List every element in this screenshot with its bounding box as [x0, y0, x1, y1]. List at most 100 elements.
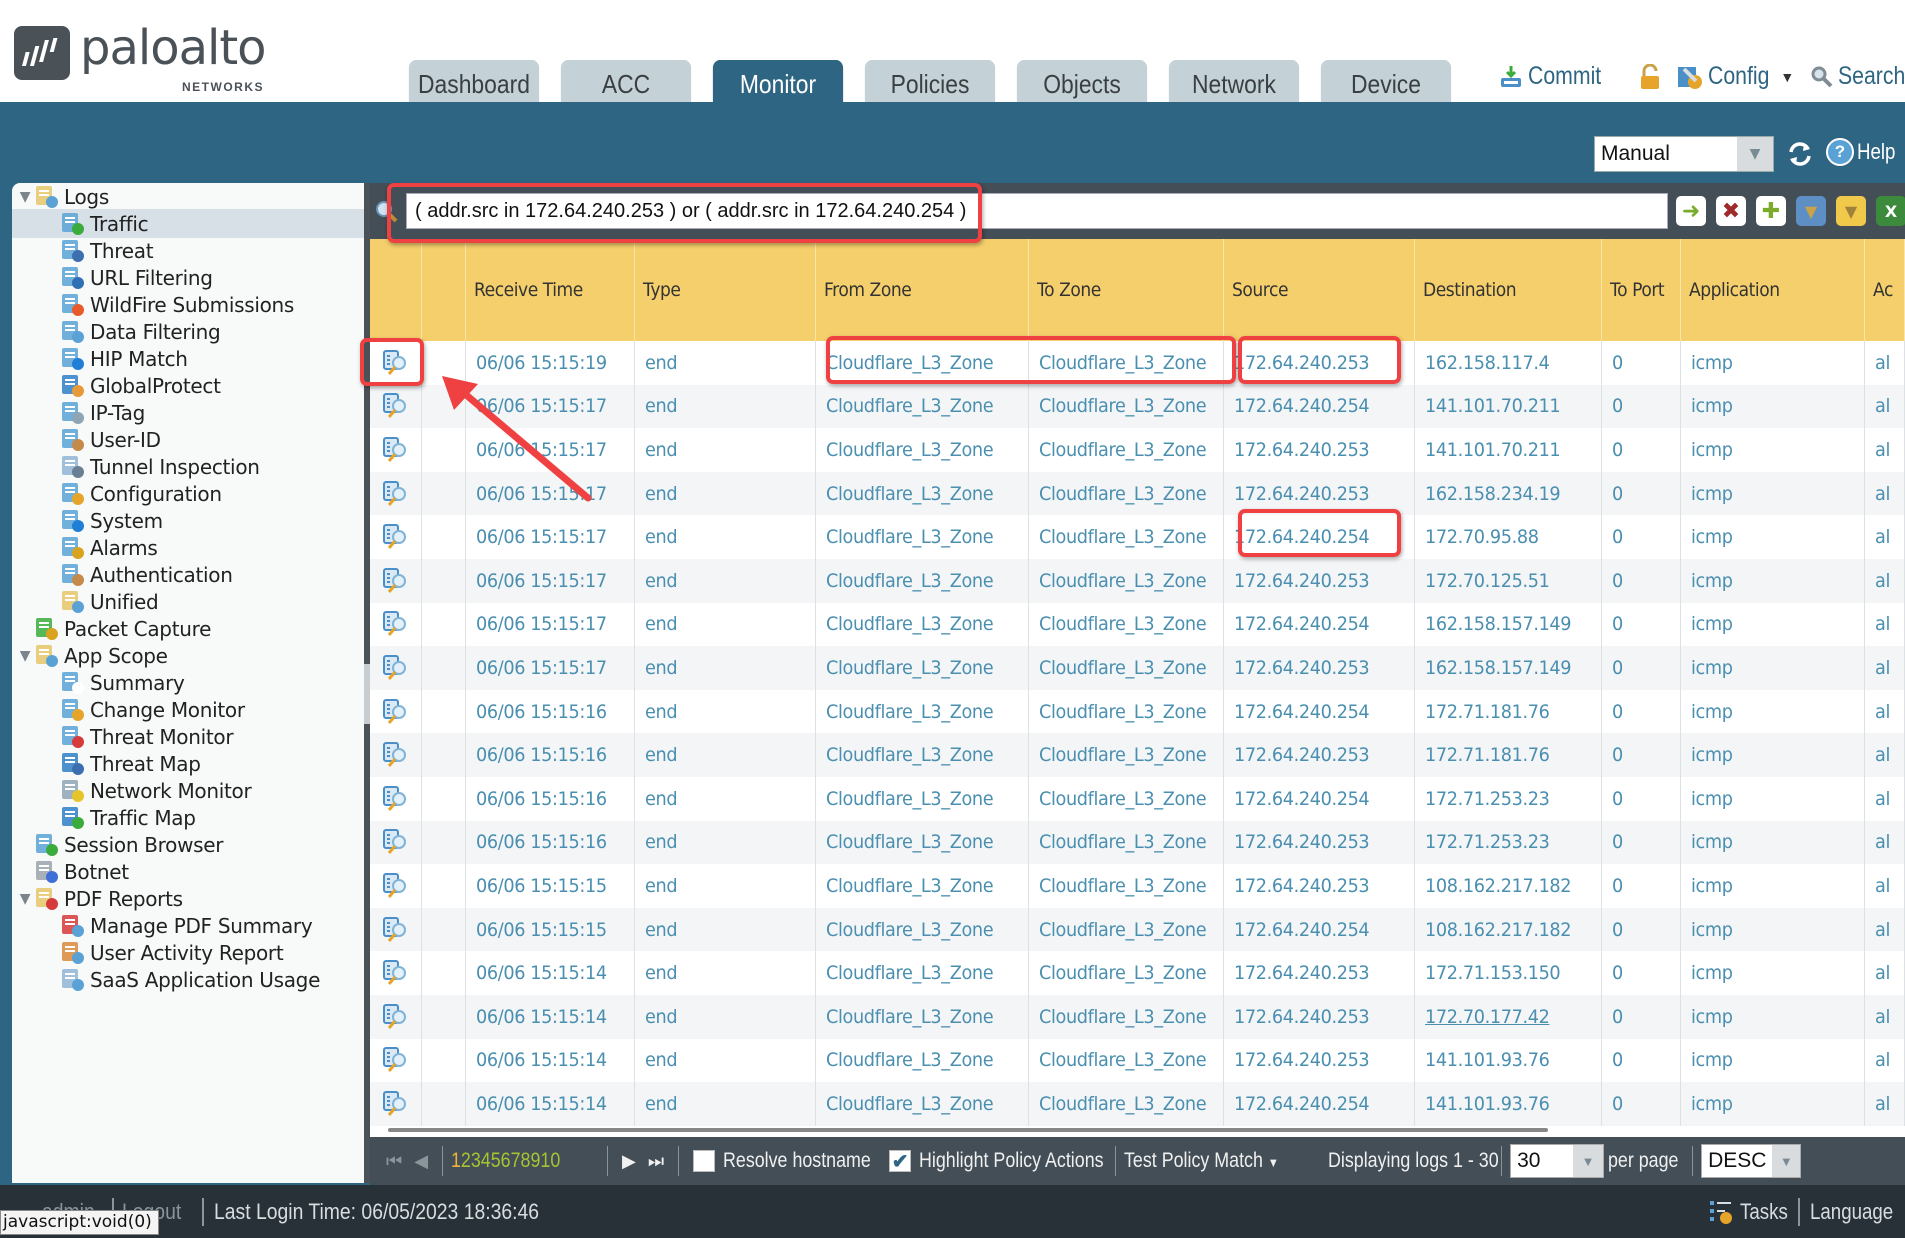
- cell-to-port[interactable]: 0: [1602, 646, 1682, 690]
- page-link-3[interactable]: 3: [471, 1149, 481, 1172]
- table-row[interactable]: 06/06 15:15:16 end Cloudflare_L3_Zone Cloud…: [370, 689, 1905, 734]
- cell-destination[interactable]: 108.162.217.182: [1415, 864, 1602, 908]
- column-header-blank[interactable]: [370, 239, 422, 341]
- cell-type[interactable]: end: [635, 384, 816, 429]
- commit-button[interactable]: Commit: [1498, 62, 1614, 91]
- sidebar-item-summary[interactable]: Summary: [12, 668, 364, 697]
- cell-to-zone[interactable]: Cloudflare_L3_Zone: [1029, 515, 1224, 559]
- cell-application[interactable]: icmp: [1681, 1082, 1866, 1126]
- cell-destination[interactable]: 162.158.157.149: [1415, 646, 1602, 690]
- column-header-ac[interactable]: Ac: [1865, 239, 1905, 341]
- sidebar-item-network-monitor[interactable]: Network Monitor: [12, 776, 364, 805]
- page-link-1[interactable]: 1: [451, 1149, 461, 1172]
- table-row[interactable]: 06/06 15:15:15 end Cloudflare_L3_Zone Cloud…: [370, 864, 1905, 908]
- cell-to-port[interactable]: 0: [1602, 951, 1682, 995]
- cell-receive-time[interactable]: 06/06 15:15:17: [466, 558, 635, 603]
- table-row[interactable]: 06/06 15:15:16 end Cloudflare_L3_Zone Cloud…: [370, 733, 1905, 777]
- cell-to-zone[interactable]: Cloudflare_L3_Zone: [1029, 994, 1224, 1039]
- cell-to-port[interactable]: 0: [1602, 384, 1682, 429]
- cell-destination[interactable]: 172.70.125.51: [1415, 558, 1602, 603]
- cell-type[interactable]: end: [635, 1082, 816, 1126]
- cell-to-port[interactable]: 0: [1602, 907, 1682, 952]
- cell-type[interactable]: end: [635, 689, 816, 734]
- cell-to-zone[interactable]: Cloudflare_L3_Zone: [1029, 951, 1224, 995]
- log-detail-button[interactable]: [370, 864, 422, 908]
- cell-receive-time[interactable]: 06/06 15:15:14: [466, 1082, 635, 1126]
- cell-receive-time[interactable]: 06/06 15:15:16: [466, 733, 635, 777]
- page-link-4[interactable]: 4: [481, 1149, 491, 1172]
- cell-destination[interactable]: 172.71.253.23: [1415, 776, 1602, 821]
- cell-type[interactable]: end: [635, 994, 816, 1039]
- cell-source[interactable]: 172.64.240.254: [1224, 602, 1415, 647]
- cell-action[interactable]: al: [1865, 428, 1905, 472]
- clear-filter-button[interactable]: ✖: [1716, 196, 1746, 226]
- cell-receive-time[interactable]: 06/06 15:15:17: [466, 471, 635, 516]
- page-link-6[interactable]: 6: [501, 1149, 511, 1172]
- cell-source[interactable]: 172.64.240.253: [1224, 428, 1415, 472]
- cell-action[interactable]: al: [1865, 733, 1905, 777]
- log-detail-button[interactable]: [370, 776, 422, 821]
- refresh-icon[interactable]: [1786, 140, 1814, 168]
- cell-to-zone[interactable]: Cloudflare_L3_Zone: [1029, 384, 1224, 429]
- expand-toggle-icon[interactable]: ▼: [16, 891, 34, 907]
- cell-receive-time[interactable]: 06/06 15:15:16: [466, 820, 635, 865]
- cell-action[interactable]: al: [1865, 471, 1905, 516]
- cell-action[interactable]: al: [1865, 951, 1905, 995]
- table-row[interactable]: 06/06 15:15:14 end Cloudflare_L3_Zone Cloud…: [370, 951, 1905, 995]
- sidebar-item-alarms[interactable]: Alarms: [12, 533, 364, 562]
- apply-filter-button[interactable]: ➜: [1676, 196, 1706, 226]
- log-detail-button[interactable]: [370, 558, 422, 603]
- cell-from-zone[interactable]: Cloudflare_L3_Zone: [816, 820, 1029, 865]
- log-detail-button[interactable]: [370, 907, 422, 952]
- log-detail-button[interactable]: [370, 951, 422, 995]
- sidebar-item-system[interactable]: System: [12, 506, 364, 535]
- search-button[interactable]: Search: [1810, 62, 1905, 91]
- cell-to-zone[interactable]: Cloudflare_L3_Zone: [1029, 689, 1224, 734]
- column-header-source[interactable]: Source: [1224, 239, 1415, 341]
- cell-destination[interactable]: 172.71.181.76: [1415, 689, 1602, 734]
- cell-application[interactable]: icmp: [1681, 515, 1866, 559]
- cell-receive-time[interactable]: 06/06 15:15:14: [466, 1038, 635, 1083]
- sidebar-item-session-browser[interactable]: Session Browser: [12, 830, 364, 859]
- sidebar-item-data-filtering[interactable]: Data Filtering: [12, 317, 364, 346]
- table-row[interactable]: 06/06 15:15:15 end Cloudflare_L3_Zone Cloud…: [370, 907, 1905, 952]
- highlight-policy-checkbox[interactable]: ✔: [889, 1150, 912, 1173]
- cell-from-zone[interactable]: Cloudflare_L3_Zone: [816, 384, 1029, 429]
- cell-application[interactable]: icmp: [1681, 341, 1866, 385]
- test-policy-match-menu[interactable]: Test Policy Match ▼: [1124, 1149, 1279, 1173]
- cell-from-zone[interactable]: Cloudflare_L3_Zone: [816, 646, 1029, 690]
- cell-action[interactable]: al: [1865, 1082, 1905, 1126]
- cell-to-zone[interactable]: Cloudflare_L3_Zone: [1029, 602, 1224, 647]
- cell-to-zone[interactable]: Cloudflare_L3_Zone: [1029, 820, 1224, 865]
- tab-dashboard[interactable]: Dashboard: [408, 60, 540, 102]
- column-header-application[interactable]: Application: [1681, 239, 1866, 341]
- column-header-to-port[interactable]: To Port: [1602, 239, 1682, 341]
- language-link[interactable]: Language: [1810, 1199, 1893, 1225]
- cell-to-port[interactable]: 0: [1602, 1038, 1682, 1083]
- tasks-icon[interactable]: [1708, 1198, 1736, 1226]
- sidebar-item-threat-monitor[interactable]: Threat Monitor: [12, 722, 364, 751]
- cell-from-zone[interactable]: Cloudflare_L3_Zone: [816, 864, 1029, 908]
- cell-type[interactable]: end: [635, 515, 816, 559]
- tab-objects[interactable]: Objects: [1016, 60, 1148, 102]
- cell-receive-time[interactable]: 06/06 15:15:17: [466, 646, 635, 690]
- cell-to-zone[interactable]: Cloudflare_L3_Zone: [1029, 1038, 1224, 1083]
- cell-from-zone[interactable]: Cloudflare_L3_Zone: [816, 515, 1029, 559]
- cell-type[interactable]: end: [635, 820, 816, 865]
- sidebar-item-app-scope[interactable]: ▼ App Scope: [12, 641, 364, 670]
- cell-action[interactable]: al: [1865, 646, 1905, 690]
- cell-from-zone[interactable]: Cloudflare_L3_Zone: [816, 907, 1029, 952]
- sidebar-item-globalprotect[interactable]: GlobalProtect: [12, 371, 364, 400]
- cell-action[interactable]: al: [1865, 558, 1905, 603]
- page-link-7[interactable]: 7: [511, 1149, 521, 1172]
- cell-type[interactable]: end: [635, 341, 816, 385]
- cell-receive-time[interactable]: 06/06 15:15:15: [466, 864, 635, 908]
- sidebar-item-threat[interactable]: Threat: [12, 236, 364, 265]
- cell-application[interactable]: icmp: [1681, 994, 1866, 1039]
- cell-application[interactable]: icmp: [1681, 1038, 1866, 1083]
- refresh-mode-select[interactable]: Manual ▼: [1594, 136, 1774, 172]
- cell-source[interactable]: 172.64.240.254: [1224, 776, 1415, 821]
- cell-action[interactable]: al: [1865, 1038, 1905, 1083]
- cell-from-zone[interactable]: Cloudflare_L3_Zone: [816, 341, 1029, 385]
- table-row[interactable]: 06/06 15:15:17 end Cloudflare_L3_Zone Cloud…: [370, 515, 1905, 559]
